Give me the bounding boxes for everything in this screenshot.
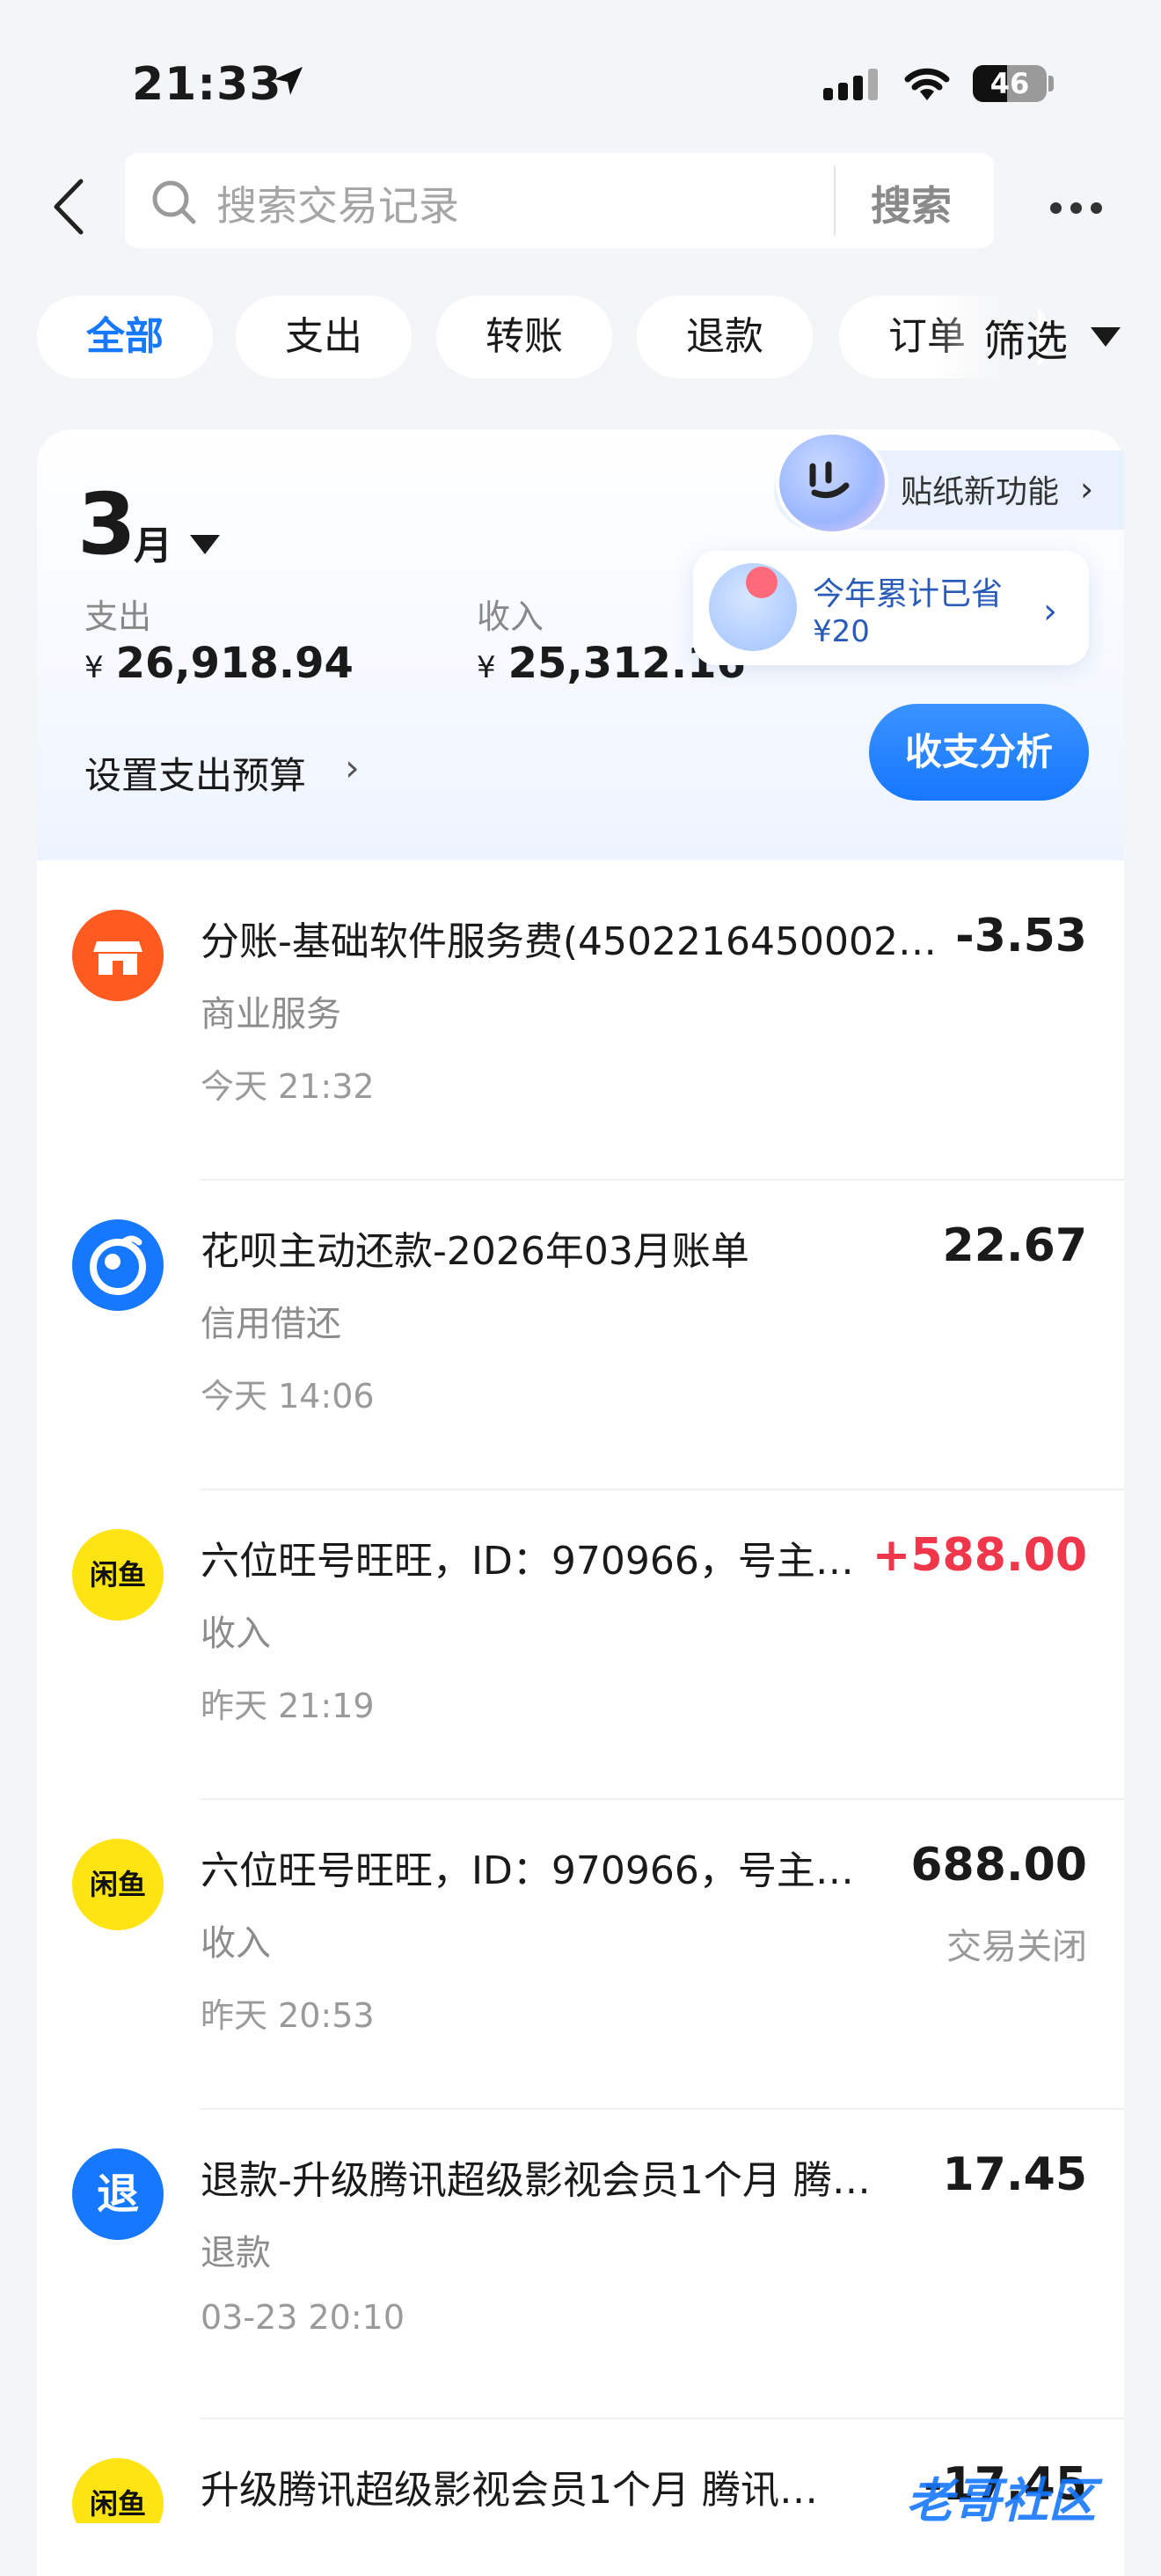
transaction-category: 收入 bbox=[201, 1614, 271, 1654]
income-currency: ¥ bbox=[477, 650, 496, 685]
more-menu-icon[interactable] bbox=[1050, 201, 1111, 217]
transaction-title: 六位旺号旺旺，ID：970966，号主… bbox=[201, 1539, 854, 1584]
transaction-title: 六位旺号旺旺，ID：970966，号主… bbox=[201, 1848, 854, 1893]
transaction-title: 退款-升级腾讯超级影视会员1个月 腾… bbox=[201, 2158, 871, 2203]
status-time: 21:33 bbox=[132, 58, 282, 111]
smile-face-icon bbox=[809, 461, 850, 499]
store-icon bbox=[72, 910, 164, 1001]
battery-tip bbox=[1048, 76, 1054, 91]
transaction-time: 今天 14:06 bbox=[201, 1377, 375, 1416]
savings-chevron-icon: › bbox=[1043, 591, 1057, 632]
month-unit[interactable]: 月 bbox=[134, 514, 172, 570]
xianyu-icon: 闲鱼 bbox=[72, 2458, 164, 2523]
transaction-time: 昨天 20:53 bbox=[201, 1996, 375, 2035]
search-icon bbox=[152, 180, 196, 224]
coin-icon bbox=[746, 567, 778, 598]
budget-chevron-icon: › bbox=[345, 746, 360, 789]
transaction-amount: -3.53 bbox=[955, 910, 1087, 962]
refund-icon: 退 bbox=[72, 2148, 164, 2240]
income-label: 收入 bbox=[477, 597, 544, 636]
transaction-title: 升级腾讯超级影视会员1个月 腾讯… bbox=[201, 2468, 818, 2513]
transaction-time: 昨天 21:19 bbox=[201, 1687, 375, 1725]
battery-icon: 46 bbox=[973, 65, 1047, 102]
expense-label: 支出 bbox=[84, 597, 152, 636]
transaction-category: 商业服务 bbox=[201, 994, 341, 1035]
huabei-icon bbox=[72, 1219, 164, 1311]
set-budget-link[interactable]: 设置支出预算 bbox=[84, 746, 306, 800]
transaction-amount: 22.67 bbox=[942, 1219, 1087, 1272]
transaction-category: 信用借还 bbox=[201, 1304, 341, 1344]
location-arrow-icon bbox=[274, 67, 303, 95]
transaction-time: 03-23 20:10 bbox=[201, 2298, 405, 2337]
transaction-amount: 17.45 bbox=[942, 2148, 1087, 2201]
storefront-glyph-icon bbox=[93, 941, 142, 975]
month-dropdown-icon[interactable] bbox=[190, 535, 220, 554]
transaction-category: 收入 bbox=[201, 1923, 271, 1964]
month-number[interactable]: 3 bbox=[77, 475, 136, 574]
search-placeholder: 搜索交易记录 bbox=[216, 182, 459, 230]
xianyu-icon: 闲鱼 bbox=[72, 1839, 164, 1930]
battery-level: 46 bbox=[989, 67, 1030, 100]
transaction-status: 交易关闭 bbox=[946, 1927, 1087, 1967]
transaction-category: 退款 bbox=[201, 2233, 271, 2273]
watermark-text: 老哥社区 bbox=[906, 2473, 1096, 2528]
savings-title: 今年累计已省 bbox=[813, 576, 1004, 612]
wifi-icon bbox=[904, 68, 950, 100]
sticker-chevron-icon: › bbox=[1080, 470, 1094, 509]
sticker-feature-label: 贴纸新功能 bbox=[901, 474, 1060, 510]
transaction-row[interactable]: 闲鱼 六位旺号旺旺，ID：970966，号主… 收入 昨天 21:19 +588… bbox=[37, 1490, 1124, 1800]
transaction-row[interactable]: 花呗主动还款-2026年03月账单 信用借还 今天 14:06 22.67 bbox=[37, 1181, 1124, 1490]
filter-button[interactable]: 筛选 bbox=[983, 306, 1068, 368]
income-expense-analysis-button[interactable]: 收支分析 bbox=[869, 704, 1089, 801]
expense-currency: ¥ bbox=[84, 650, 104, 685]
cellular-signal-icon bbox=[823, 67, 894, 100]
transaction-amount: 688.00 bbox=[910, 1839, 1087, 1892]
expense-value: 26,918.94 bbox=[115, 639, 354, 688]
transaction-title: 分账-基础软件服务费(4502216450002… bbox=[201, 919, 937, 964]
transaction-row[interactable]: 退 退款-升级腾讯超级影视会员1个月 腾… 退款 03-23 20:10 17.… bbox=[37, 2110, 1124, 2419]
expense-amount: ¥26,918.94 bbox=[84, 639, 354, 688]
filter-chip-transfer[interactable]: 转账 bbox=[436, 296, 612, 378]
search-button[interactable]: 搜索 bbox=[871, 174, 952, 232]
sticker-avatar-icon bbox=[776, 431, 888, 535]
filter-chip-refund[interactable]: 退款 bbox=[637, 296, 813, 378]
transaction-time: 今天 21:32 bbox=[201, 1067, 375, 1106]
filter-chip-all[interactable]: 全部 bbox=[37, 296, 213, 378]
transaction-amount: +588.00 bbox=[872, 1529, 1087, 1582]
xianyu-icon: 闲鱼 bbox=[72, 1529, 164, 1621]
savings-amount: ¥20 bbox=[813, 614, 870, 649]
huabei-glyph-icon bbox=[90, 1235, 146, 1295]
filter-dropdown-icon bbox=[1091, 327, 1121, 347]
transaction-row[interactable]: 分账-基础软件服务费(4502216450002… 商业服务 今天 21:32 … bbox=[37, 871, 1124, 1181]
transaction-title: 花呗主动还款-2026年03月账单 bbox=[201, 1229, 749, 1274]
search-divider bbox=[834, 165, 836, 236]
back-chevron-icon[interactable] bbox=[49, 176, 88, 238]
transaction-row[interactable]: 闲鱼 六位旺号旺旺，ID：970966，号主… 收入 昨天 20:53 688.… bbox=[37, 1800, 1124, 2110]
filter-chip-expense[interactable]: 支出 bbox=[236, 296, 412, 378]
